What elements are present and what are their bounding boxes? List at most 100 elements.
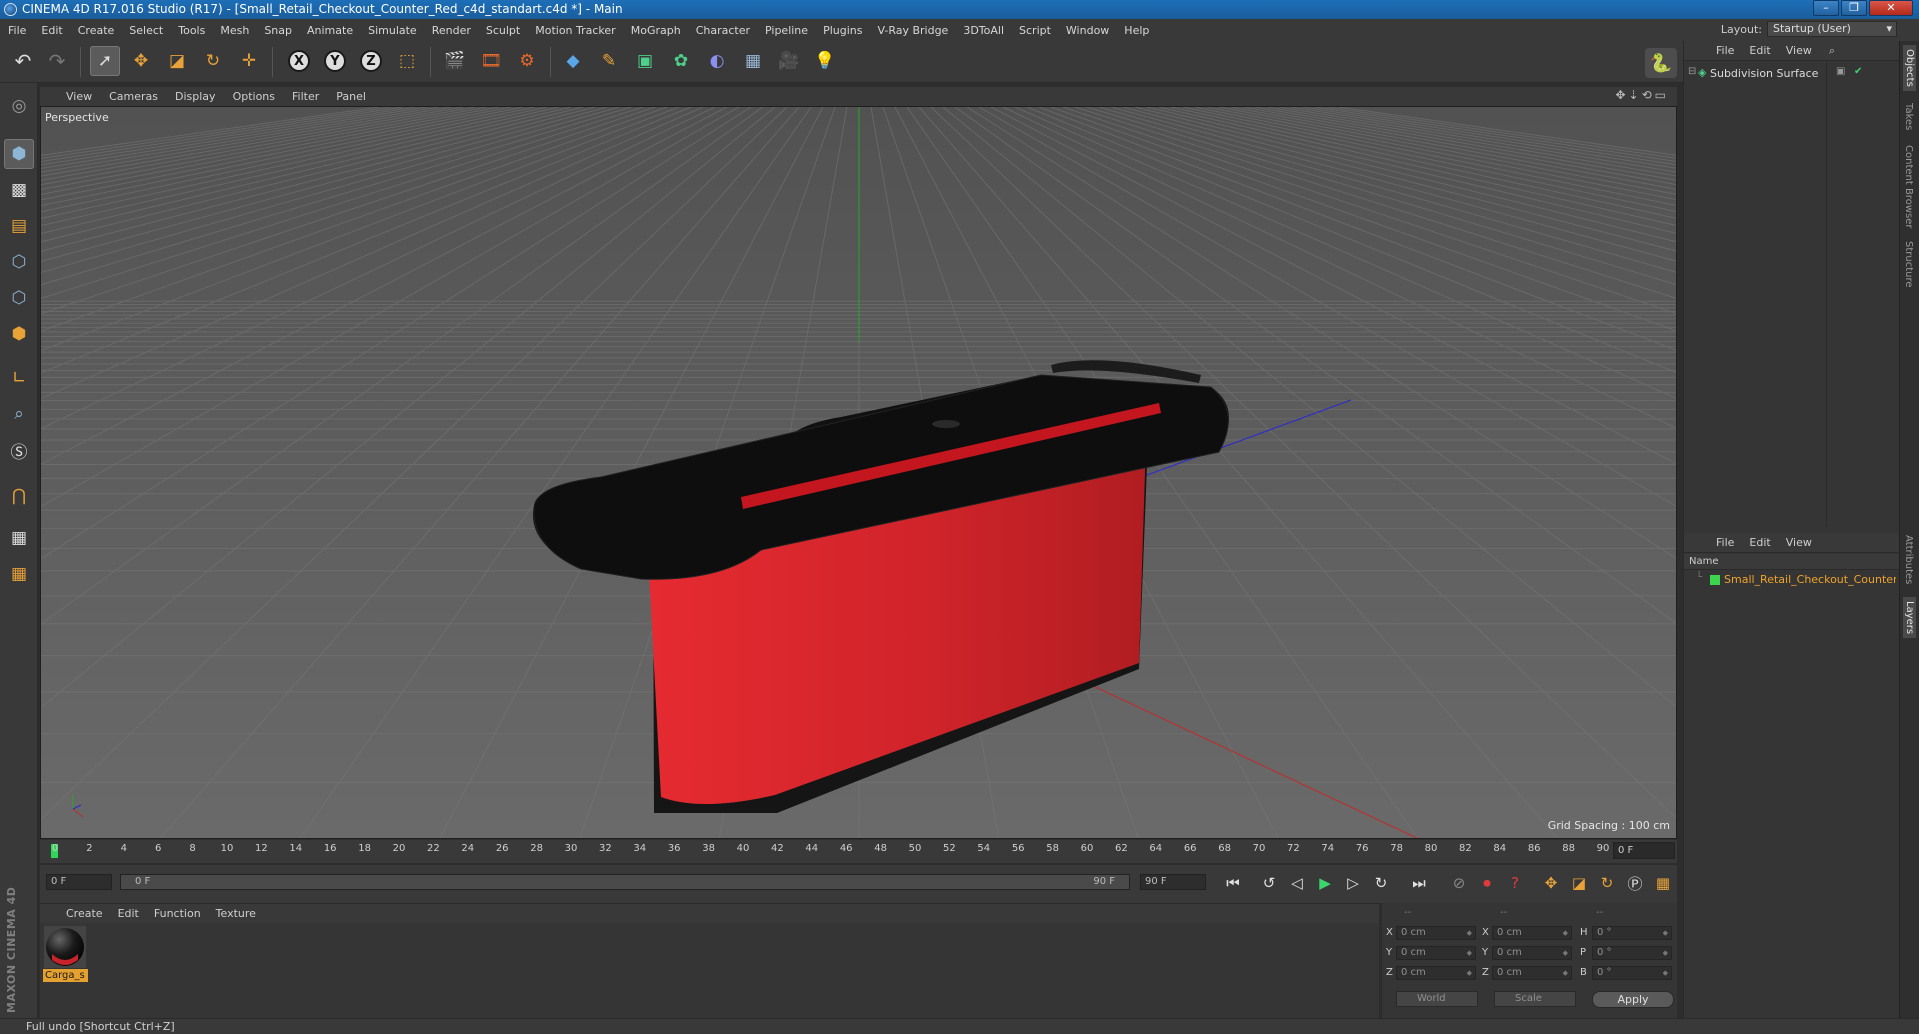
size-mode-dropdown[interactable]: Scale [1494,991,1576,1007]
play-icon[interactable]: ▶ [1312,870,1338,896]
size-x-field[interactable]: 0 cm [1492,926,1572,940]
viewport-menu-cameras[interactable]: Cameras [109,90,158,103]
menu-window[interactable]: Window [1066,24,1109,37]
end-frame-field[interactable]: 90 F [1140,874,1206,890]
minimize-button[interactable]: – [1813,0,1839,16]
object-row-subdivision-surface[interactable]: ⊟ ◈ Subdivision Surface ▣ ✔ [1688,66,1896,82]
menu-plugins[interactable]: Plugins [823,24,862,37]
viewport-menu-options[interactable]: Options [233,90,275,103]
tweak-mode-icon[interactable]: ⌕ [4,399,34,429]
menu-script[interactable]: Script [1019,24,1051,37]
previous-frame-icon[interactable]: ◁ [1284,870,1310,896]
key-rotation-icon[interactable]: ↻ [1594,870,1620,896]
undo-icon[interactable]: ↶ [8,46,38,76]
key-point-level-icon[interactable]: ▦ [1650,870,1676,896]
snapping-magnet-icon[interactable]: ⋂ [4,481,34,511]
current-frame-field[interactable]: 0 F [1613,842,1675,859]
points-mode-icon[interactable]: ⬡ [4,247,34,277]
apply-button[interactable]: Apply [1592,991,1674,1008]
deformer-icon[interactable]: ◐ [702,46,732,76]
render-view-icon[interactable]: 🎬 [440,46,470,76]
tab-layers[interactable]: Layers [1903,597,1916,639]
tab-attributes[interactable]: Attributes [1903,535,1914,584]
python-icon[interactable]: 🐍 [1645,48,1677,78]
menu-character[interactable]: Character [696,24,750,37]
workplane-lock-icon[interactable]: ▦ [4,523,34,553]
position-x-field[interactable]: 0 cm [1396,926,1476,940]
menu-motion-tracker[interactable]: Motion Tracker [535,24,615,37]
model-mode-icon[interactable]: ⬢ [4,139,34,169]
key-position-icon[interactable]: ✥ [1538,870,1564,896]
menu-snap[interactable]: Snap [264,24,292,37]
layer-name[interactable]: Small_Retail_Checkout_Counter_R [1724,573,1896,586]
menu-mograph[interactable]: MoGraph [631,24,681,37]
polygons-mode-icon[interactable]: ⬢ [4,319,34,349]
array-icon[interactable]: ✿ [666,46,696,76]
rotation-h-field[interactable]: 0 ° [1592,926,1672,940]
layer-menu-file[interactable]: File [1716,536,1734,549]
menu-help[interactable]: Help [1124,24,1149,37]
material-swatch[interactable] [44,926,86,968]
tab-objects[interactable]: Objects [1903,45,1916,91]
material-name[interactable]: Carga_s [43,969,88,982]
viewport-menu-filter[interactable]: Filter [292,90,319,103]
position-y-field[interactable]: 0 cm [1396,946,1476,960]
autokeying-icon[interactable]: ? [1502,870,1528,896]
timeline-ruler[interactable]: 0 2 4 6 8 10 12 14 16 18 20 22 24 26 28 30 32 34 36 38 40 42 4… [40,840,1677,863]
make-editable-icon[interactable]: ◎ [4,91,34,121]
menu-create[interactable]: Create [78,24,115,37]
select-tool-icon[interactable]: ➚ [90,46,120,76]
camera-icon[interactable]: 🎥 [774,46,804,76]
object-menu-edit[interactable]: Edit [1749,44,1770,57]
go-to-end-icon[interactable]: ⏭ [1406,870,1432,896]
axis-mode-icon[interactable]: ∟ [4,363,34,393]
move-tool-icon[interactable]: ✥ [126,46,156,76]
material-menu-edit[interactable]: Edit [118,907,139,920]
rotation-b-field[interactable]: 0 ° [1592,966,1672,980]
menu-edit[interactable]: Edit [41,24,62,37]
tab-takes[interactable]: Takes [1903,103,1914,130]
light-icon[interactable]: 💡 [810,46,840,76]
menu-animate[interactable]: Animate [307,24,353,37]
object-menu-view[interactable]: View [1786,44,1812,57]
rotate-tool-icon[interactable]: ↻ [198,46,228,76]
animation-snap-icon[interactable]: ▦ [4,559,34,589]
workplane-icon[interactable]: ▤ [4,211,34,241]
tab-content-browser[interactable]: Content Browser [1903,145,1914,228]
go-to-start-icon[interactable]: ⏮ [1220,870,1246,896]
layer-menu-edit[interactable]: Edit [1749,536,1770,549]
close-button[interactable]: ✕ [1869,0,1913,16]
redo-icon[interactable]: ↷ [42,46,72,76]
tab-structure[interactable]: Structure [1903,241,1914,288]
layer-menu-view[interactable]: View [1786,536,1812,549]
render-settings-icon[interactable]: ⚙ [512,46,542,76]
key-parameter-icon[interactable]: Ⓟ [1622,870,1648,896]
y-axis-lock-icon[interactable]: Y [320,46,350,76]
layer-row[interactable]: └ Small_Retail_Checkout_Counter_R [1684,572,1900,588]
pen-spline-icon[interactable]: ✎ [594,46,624,76]
object-menu-file[interactable]: File [1716,44,1734,57]
size-y-field[interactable]: 0 cm [1492,946,1572,960]
viewport-menu-panel[interactable]: Panel [336,90,366,103]
menu-tools[interactable]: Tools [178,24,205,37]
perspective-viewport[interactable]: Perspective Grid Spacing : 100 cm [40,106,1677,839]
next-frame-icon[interactable]: ▷ [1340,870,1366,896]
keyframe-selection-icon[interactable]: ⊘ [1446,870,1472,896]
key-scale-icon[interactable]: ◪ [1566,870,1592,896]
coordinate-system-dropdown[interactable]: World [1396,991,1478,1007]
x-axis-lock-icon[interactable]: X [284,46,314,76]
rotation-p-field[interactable]: 0 ° [1592,946,1672,960]
previous-key-icon[interactable]: ↺ [1256,870,1282,896]
material-menu-texture[interactable]: Texture [216,907,256,920]
z-axis-lock-icon[interactable]: Z [356,46,386,76]
menu-mesh[interactable]: Mesh [220,24,249,37]
size-z-field[interactable]: 0 cm [1492,966,1572,980]
menu-pipeline[interactable]: Pipeline [765,24,808,37]
viewport-menu-view[interactable]: View [66,90,92,103]
viewport-navigation-icons[interactable]: ✥⇣⟲▭ [1615,88,1669,102]
layout-dropdown[interactable]: Startup (User) [1767,21,1897,37]
position-z-field[interactable]: 0 cm [1396,966,1476,980]
menu-simulate[interactable]: Simulate [368,24,417,37]
frame-range-slider[interactable]: 0 F 90 F [120,874,1130,890]
edges-mode-icon[interactable]: ⬡ [4,283,34,313]
